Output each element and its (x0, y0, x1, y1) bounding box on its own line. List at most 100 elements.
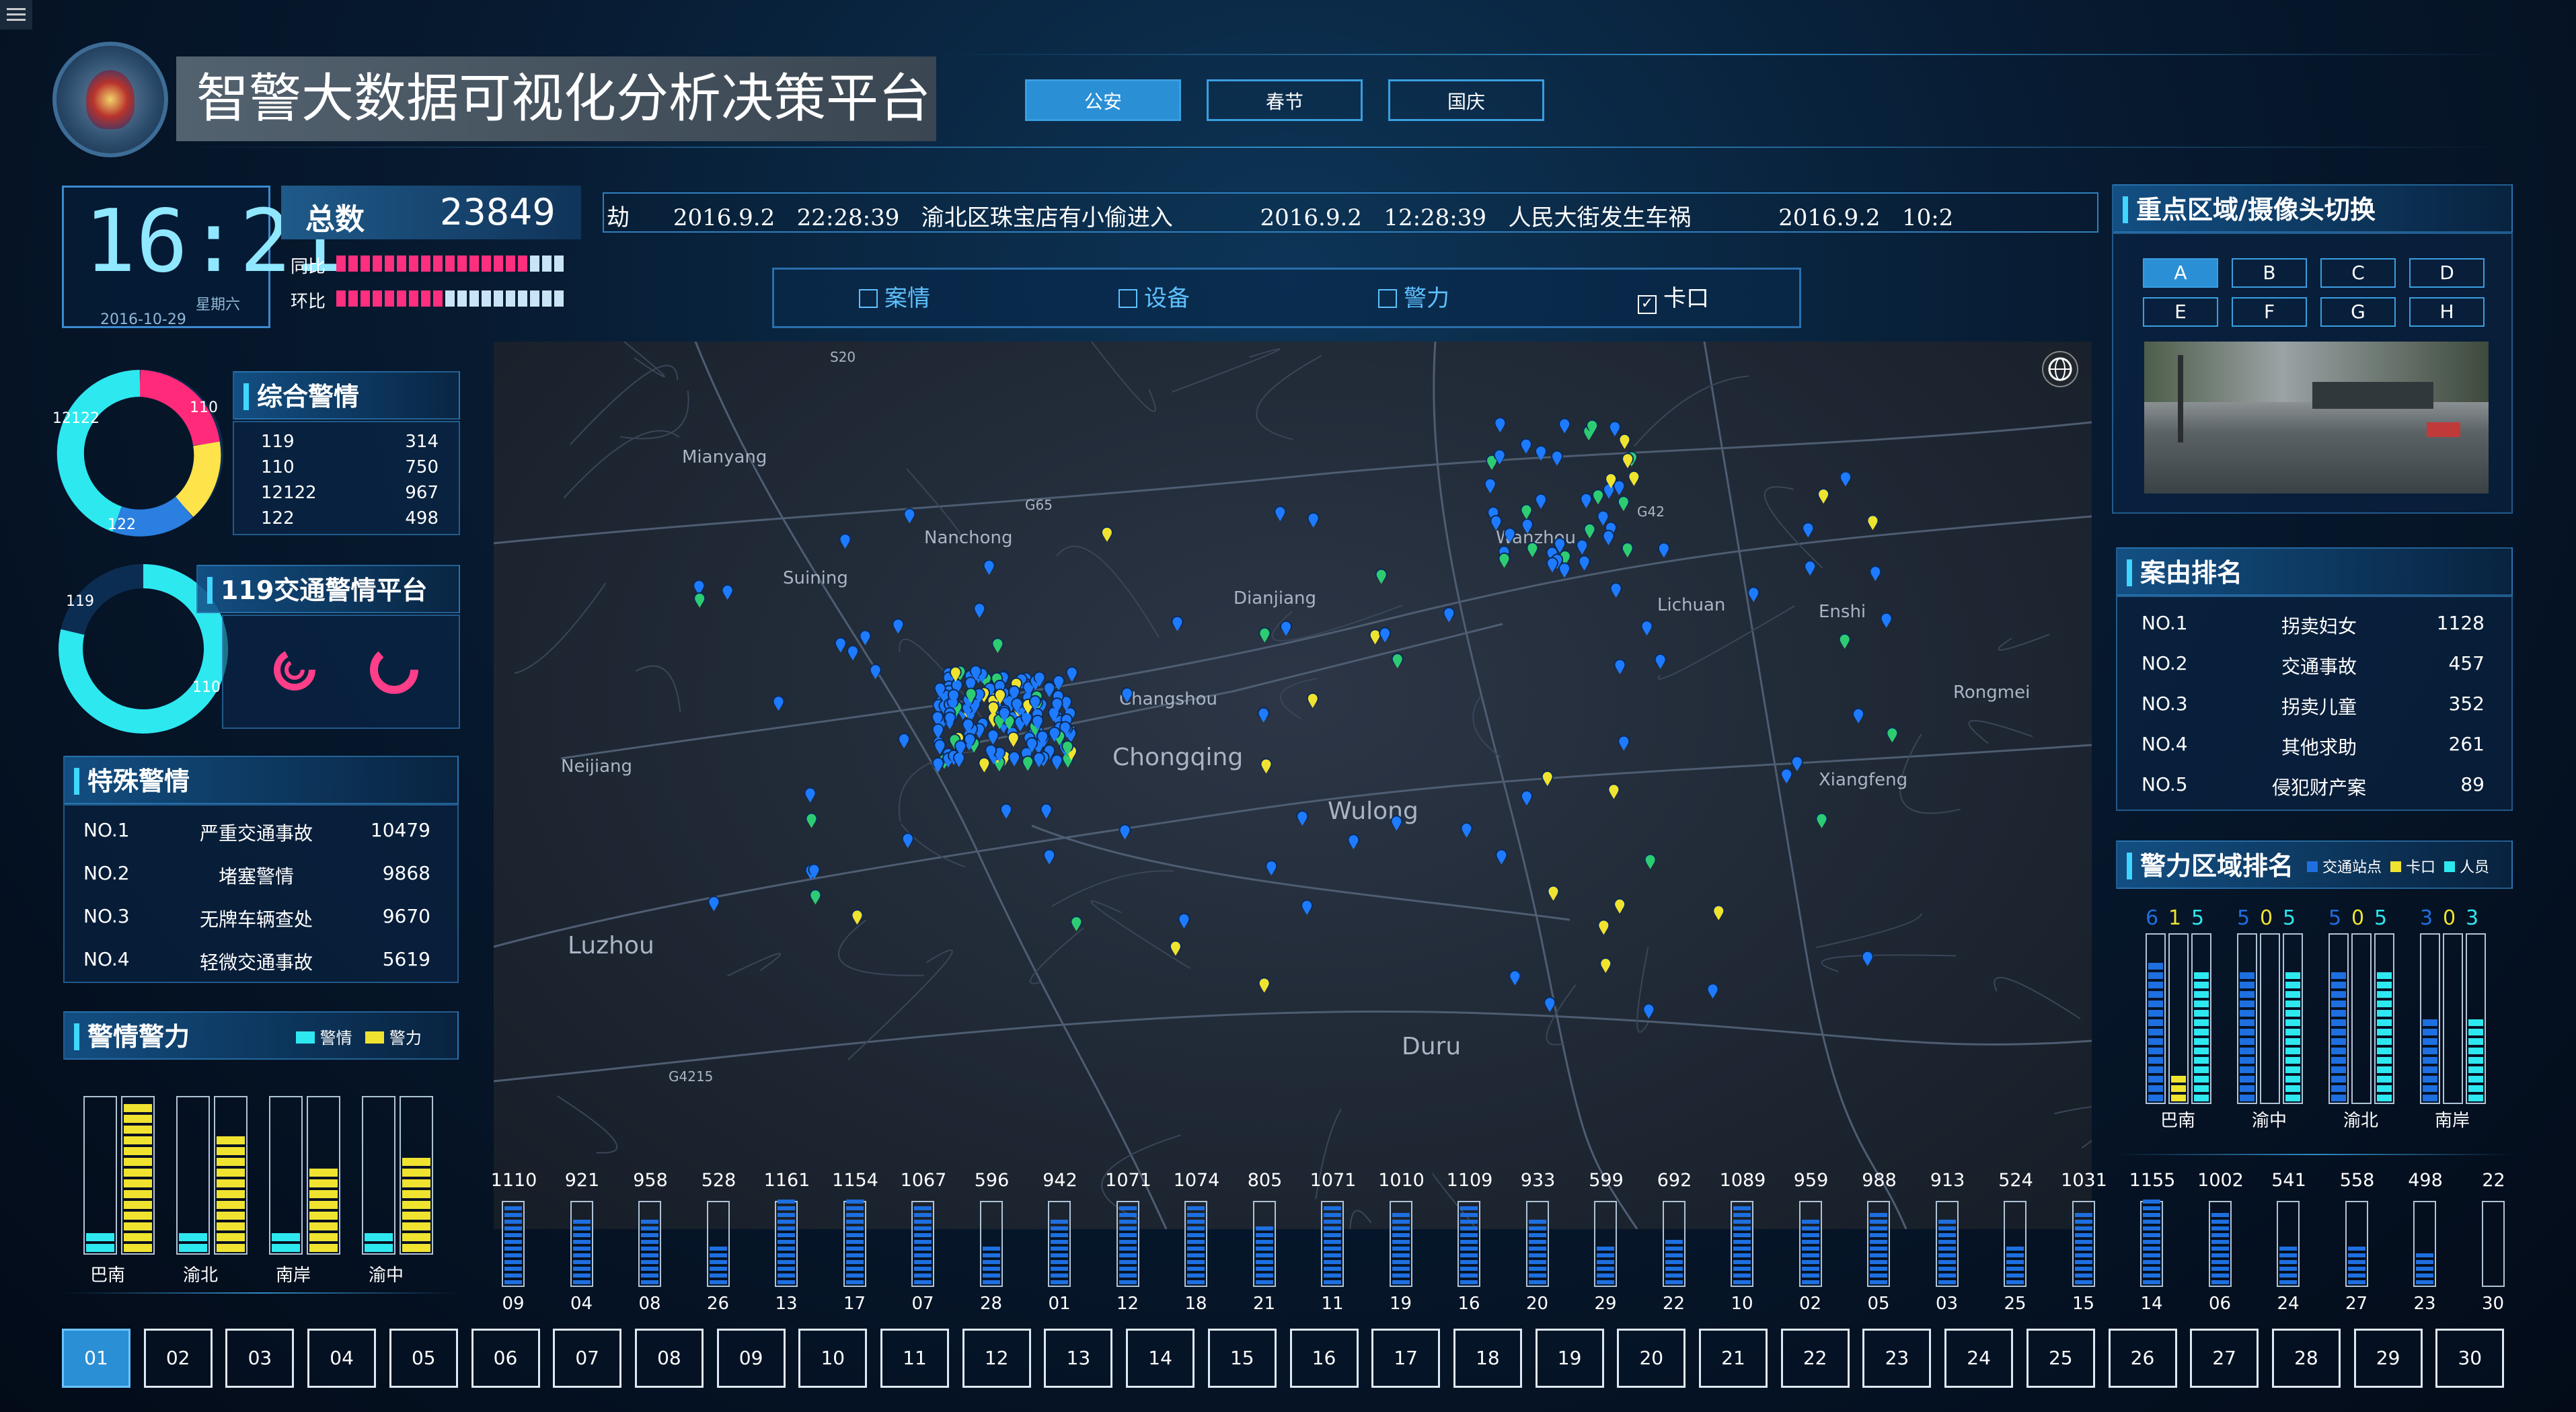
camera-feed-image[interactable] (2144, 342, 2489, 494)
map-marker[interactable] (1370, 629, 1381, 644)
map-marker[interactable] (1619, 434, 1630, 449)
map-marker[interactable] (974, 603, 985, 618)
map-marker[interactable] (899, 734, 909, 748)
day-button-13[interactable]: 13 (1044, 1329, 1112, 1388)
map-marker[interactable] (1867, 515, 1878, 530)
map-marker[interactable] (1645, 855, 1656, 869)
map-marker[interactable] (1593, 489, 1603, 504)
map-marker[interactable] (1840, 634, 1850, 649)
tab-police[interactable]: 公安 (1025, 79, 1181, 121)
map-marker[interactable] (1618, 496, 1629, 511)
map-marker[interactable] (933, 758, 944, 773)
map-marker[interactable] (1051, 755, 1062, 770)
map-marker[interactable] (847, 645, 858, 660)
unchecked-box-icon[interactable] (859, 289, 878, 308)
day-button-21[interactable]: 21 (1699, 1329, 1768, 1388)
camera-button-H[interactable]: H (2409, 297, 2485, 327)
map-marker[interactable] (979, 758, 989, 773)
map-marker[interactable] (1275, 506, 1285, 521)
camera-button-A[interactable]: A (2143, 258, 2218, 288)
map-marker[interactable] (1297, 811, 1308, 826)
unchecked-box-icon[interactable] (1378, 289, 1397, 308)
map-marker[interactable] (1120, 825, 1131, 840)
map-marker[interactable] (1881, 613, 1892, 628)
day-button-12[interactable]: 12 (962, 1329, 1031, 1388)
map-marker[interactable] (773, 696, 784, 711)
map-marker[interactable] (1170, 941, 1181, 955)
map-marker[interactable] (1536, 494, 1546, 509)
map-marker[interactable] (1659, 543, 1669, 557)
day-button-15[interactable]: 15 (1208, 1329, 1277, 1388)
day-button-10[interactable]: 10 (798, 1329, 867, 1388)
map-marker[interactable] (1443, 608, 1454, 623)
unchecked-box-icon[interactable] (1119, 289, 1137, 308)
map-marker[interactable] (810, 890, 821, 904)
map-marker[interactable] (722, 585, 733, 600)
map-marker[interactable] (806, 814, 817, 828)
map-marker[interactable] (1552, 451, 1562, 466)
day-button-16[interactable]: 16 (1290, 1329, 1359, 1388)
map-marker[interactable] (1067, 667, 1077, 682)
map-marker[interactable] (1376, 570, 1387, 584)
filter-checkbox-0[interactable]: 案情 (859, 283, 930, 314)
map-marker[interactable] (1603, 484, 1614, 499)
map-marker[interactable] (1281, 621, 1291, 636)
checked-box-icon[interactable]: ✓ (1638, 295, 1657, 314)
day-button-30[interactable]: 30 (2435, 1329, 2504, 1388)
map-marker[interactable] (1348, 834, 1359, 849)
map-marker[interactable] (1041, 804, 1052, 819)
map-marker[interactable] (1611, 583, 1622, 598)
map-marker[interactable] (860, 631, 870, 645)
tab-spring-festival[interactable]: 春节 (1207, 79, 1363, 121)
map-marker[interactable] (1178, 914, 1189, 929)
map-marker[interactable] (903, 833, 913, 848)
map-marker[interactable] (1598, 920, 1609, 935)
map-marker[interactable] (1713, 906, 1724, 920)
day-button-05[interactable]: 05 (389, 1329, 458, 1388)
map-marker[interactable] (1009, 752, 1020, 767)
map-marker[interactable] (1266, 861, 1277, 875)
map-marker[interactable] (1521, 791, 1532, 806)
map-marker[interactable] (1559, 563, 1570, 578)
menu-icon[interactable] (0, 0, 32, 30)
filter-checkbox-3[interactable]: ✓ 卡口 (1638, 283, 1709, 314)
map-marker[interactable] (851, 910, 862, 925)
map-marker[interactable] (1259, 978, 1270, 992)
map-marker[interactable] (1622, 543, 1633, 557)
camera-button-C[interactable]: C (2320, 258, 2396, 288)
map-marker[interactable] (1509, 970, 1520, 985)
map-marker[interactable] (1818, 489, 1829, 504)
map-marker[interactable] (1643, 1004, 1654, 1019)
day-button-14[interactable]: 14 (1126, 1329, 1195, 1388)
camera-button-G[interactable]: G (2320, 297, 2396, 327)
map-marker[interactable] (835, 638, 846, 653)
day-button-29[interactable]: 29 (2354, 1329, 2423, 1388)
map-marker[interactable] (1853, 709, 1864, 723)
day-button-08[interactable]: 08 (635, 1329, 704, 1388)
day-button-23[interactable]: 23 (1862, 1329, 1931, 1388)
map-marker[interactable] (1542, 771, 1553, 786)
day-button-19[interactable]: 19 (1536, 1329, 1604, 1388)
map-marker[interactable] (1816, 814, 1827, 828)
map-marker[interactable] (1494, 418, 1505, 432)
day-button-02[interactable]: 02 (144, 1329, 213, 1388)
filter-checkbox-1[interactable]: 设备 (1119, 283, 1190, 314)
day-button-18[interactable]: 18 (1453, 1329, 1522, 1388)
map-marker[interactable] (840, 534, 851, 549)
map-marker[interactable] (1462, 823, 1472, 838)
map-marker[interactable] (1548, 886, 1558, 901)
map-marker[interactable] (1585, 524, 1595, 539)
map-marker[interactable] (1805, 561, 1815, 576)
day-button-28[interactable]: 28 (2272, 1329, 2341, 1388)
map-marker[interactable] (1527, 543, 1538, 557)
map-marker[interactable] (1628, 471, 1639, 486)
day-button-20[interactable]: 20 (1617, 1329, 1685, 1388)
map-marker[interactable] (1608, 784, 1619, 799)
day-button-22[interactable]: 22 (1781, 1329, 1850, 1388)
camera-button-E[interactable]: E (2143, 297, 2218, 327)
map-marker[interactable] (1781, 769, 1792, 783)
map-marker[interactable] (1301, 900, 1312, 915)
map-marker[interactable] (805, 788, 816, 803)
map-marker[interactable] (708, 896, 719, 911)
map-marker[interactable] (1485, 479, 1496, 494)
